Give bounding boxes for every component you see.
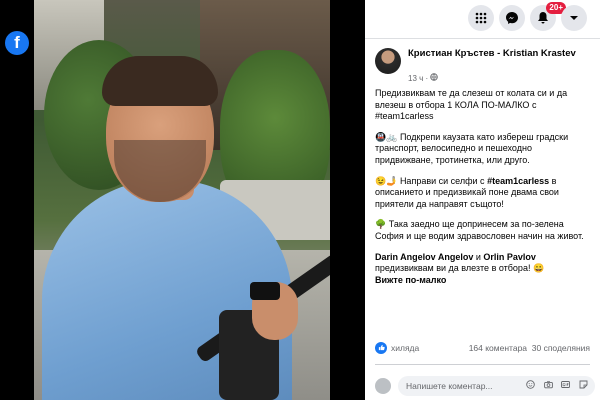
photo-viewer: f [0, 0, 365, 400]
emoji-icon[interactable] [525, 380, 536, 391]
post-paragraph-4: 🌳 Така заедно ще допринесем за по-зелена… [375, 219, 590, 242]
reactions-divider [375, 364, 590, 365]
comment-tools [525, 380, 589, 391]
post-paragraph-4-text: Така заедно ще допринесем за по-зелена С… [375, 219, 584, 241]
transport-emoji-icon: 🚇🚲 [375, 131, 398, 142]
messenger-icon[interactable] [499, 5, 525, 31]
post-time[interactable]: 13 ч [408, 74, 423, 83]
shares-count[interactable]: 30 споделяния [532, 343, 590, 353]
post-paragraph-5: Darin Angelov Angelov и Orlin Pavlov пре… [375, 252, 590, 287]
tag-darin-angelov[interactable]: Darin Angelov Angelov [375, 252, 473, 262]
author-name[interactable]: Кристиан Кръстев - Kristian Krastev [408, 48, 588, 60]
tag-orlin-pavlov[interactable]: Orlin Pavlov [483, 252, 536, 262]
post-body: Предизвиквам те да слезеш от колата си и… [375, 88, 590, 295]
tag-conjunction: и [473, 251, 484, 262]
post-paragraph-2: 🚇🚲 Подкрепи каузата като избереш градски… [375, 132, 590, 167]
see-less-link[interactable]: Вижте по-малко [375, 275, 446, 285]
hashtag-link[interactable]: #team1carless [487, 176, 549, 186]
gif-icon[interactable] [560, 380, 571, 391]
like-reaction-icon[interactable] [375, 342, 387, 354]
menu-grid-icon[interactable] [468, 5, 494, 31]
post-panel: 20+ Кристиан Кръстев - Kristian Krastev … [365, 0, 600, 400]
facebook-logo-icon[interactable]: f [5, 31, 29, 55]
author-avatar[interactable] [375, 48, 401, 74]
selfie-emoji-icon: 😉🤳 [375, 175, 398, 186]
likes-count[interactable]: хиляда [391, 343, 419, 353]
app-root: f 20+ Кристиан Кръстев - Kristian Kraste… [0, 0, 600, 400]
chevron-down-icon[interactable] [561, 5, 587, 31]
top-bar: 20+ [365, 0, 600, 36]
tag-message: предизвиквам ви да влезте в отбора! 😀 [375, 263, 545, 274]
engagement-stats: 164 коментара 30 споделяния [469, 343, 590, 353]
sticker-icon[interactable] [578, 380, 589, 391]
current-user-avatar [375, 378, 391, 394]
notifications-bell-icon[interactable]: 20+ [530, 2, 566, 31]
post-paragraph-2-text: Подкрепи каузата като избереш градски тр… [375, 131, 569, 165]
comment-input[interactable] [406, 376, 502, 396]
camera-icon[interactable] [543, 380, 554, 391]
post-meta: 13 ч · [408, 73, 439, 83]
post-photo[interactable] [34, 0, 330, 400]
tree-emoji-icon: 🌳 [375, 219, 387, 230]
globe-icon [430, 73, 439, 83]
post-paragraph-3-before: Направи си селфи с [399, 175, 488, 186]
post-paragraph-1: Предизвиквам те да слезеш от колата си и… [375, 88, 568, 122]
photo-person-hair [102, 56, 218, 106]
comment-box [398, 376, 595, 396]
post-paragraph-3: 😉🤳 Направи си селфи с #team1carless в оп… [375, 176, 590, 211]
comments-count[interactable]: 164 коментара [469, 343, 527, 353]
header-divider [365, 38, 600, 39]
photo-watch [250, 282, 280, 300]
